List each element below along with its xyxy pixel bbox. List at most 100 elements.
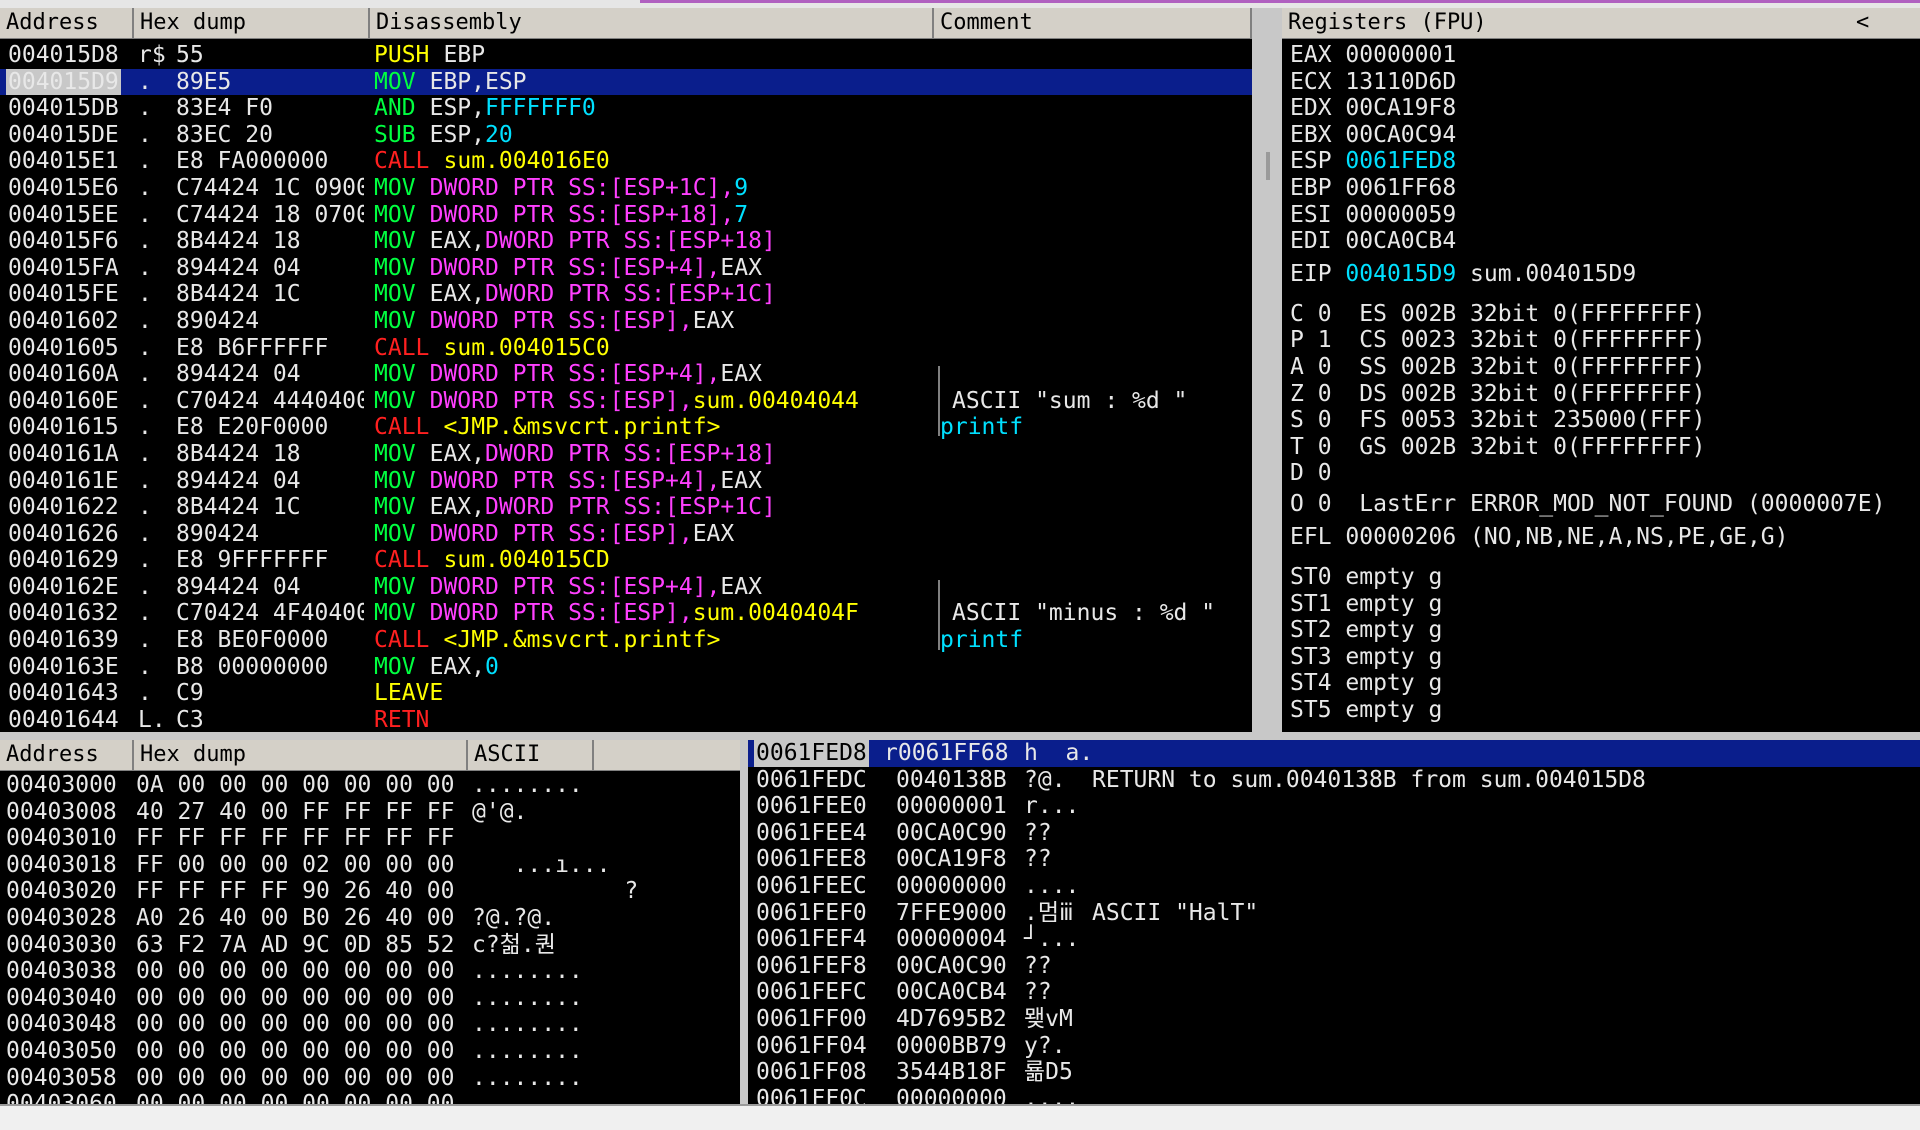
dump-address[interactable]: 00403038 xyxy=(6,958,117,985)
cpu-address[interactable]: 00401643 xyxy=(6,680,121,707)
stack-address[interactable]: 0061FF04 xyxy=(754,1033,869,1060)
cpu-row[interactable]: 00401605. E8 B6FFFFFF CALL sum.004015C0 xyxy=(0,335,1252,362)
cpu-row[interactable]: 00401643. C9 LEAVE xyxy=(0,680,1252,707)
stack-row[interactable]: 0061FEF8 00CA0C90?? xyxy=(748,953,1920,980)
cpu-row[interactable]: 00401622. 8B4424 1C MOV EAX,DWORD PTR SS:[E… xyxy=(0,494,1252,521)
cpu-row[interactable]: 00401639. E8 BE0F0000 CALL <JMP.&msvcrt.pri… xyxy=(0,627,1252,654)
register-esp[interactable]: ESP 0061FED8 xyxy=(1290,148,1456,175)
cpu-row[interactable]: 00401615. E8 E20F0000 CALL <JMP.&msvcrt.pri… xyxy=(0,414,1252,441)
stack-row[interactable]: 0061FEF0 7FFE9000 .멈ⅲ ASCII "HalT" xyxy=(748,900,1920,927)
stack-value[interactable]: 00000000 xyxy=(896,873,1007,900)
register-ecx[interactable]: ECX 13110D6D xyxy=(1290,69,1456,96)
cpu-scrollbar[interactable] xyxy=(1266,152,1270,180)
stack-address[interactable]: 0061FEFC xyxy=(754,979,869,1006)
cpu-address[interactable]: 004015FE xyxy=(6,281,121,308)
flag-segment-line[interactable]: Z 0 DS 002B 32bit 0(FFFFFFFF) xyxy=(1290,381,1705,408)
cpu-row[interactable]: 0040162E. 894424 04 MOV DWORD PTR SS:[ESP+4… xyxy=(0,574,1252,601)
cpu-row[interactable]: 0040160A. 894424 04 MOV DWORD PTR SS:[ESP+4… xyxy=(0,361,1252,388)
cpu-row[interactable]: 0040160E. C70424 4440400 MOV DWORD PTR SS:[… xyxy=(0,388,1252,415)
cpu-address[interactable]: 004015D9 xyxy=(6,68,121,96)
cpu-address[interactable]: 0040163E xyxy=(6,654,121,681)
cpu-row[interactable]: 004015D9. 89E5 MOV EBP,ESP xyxy=(0,68,1252,96)
cpu-row[interactable]: 0040161A. 8B4424 18 MOV EAX,DWORD PTR SS:[E… xyxy=(0,441,1252,468)
cpu-address[interactable]: 004015F6 xyxy=(6,228,121,255)
register-value[interactable]: 00CA0CB4 xyxy=(1345,228,1456,254)
cpu-address[interactable]: 004015FA xyxy=(6,255,121,282)
stack-address[interactable]: 0061FEF4 xyxy=(754,926,869,953)
memory-dump-pane[interactable]: Address Hex dump ASCII 00403000 0A 00 00 … xyxy=(0,740,740,1104)
flag-segment-line[interactable]: T 0 GS 002B 32bit 0(FFFFFFFF) xyxy=(1290,434,1705,461)
stack-address[interactable]: 0061FF08 xyxy=(754,1059,869,1086)
dump-address[interactable]: 00403040 xyxy=(6,985,117,1012)
register-value[interactable]: 0061FF68 xyxy=(1345,175,1456,201)
cpu-row[interactable]: 00401602. 890424 MOV DWORD PTR SS:[ESP],EAX xyxy=(0,308,1252,335)
cpu-address[interactable]: 00401632 xyxy=(6,600,121,627)
stack-value[interactable]: 00CA19F8 xyxy=(896,846,1007,873)
cpu-address[interactable]: 004015DE xyxy=(6,122,121,149)
register-value[interactable]: 00000001 xyxy=(1345,42,1456,68)
flag-segment-line[interactable]: C 0 ES 002B 32bit 0(FFFFFFFF) xyxy=(1290,301,1705,328)
stack-row[interactable]: 0061FEFC 00CA0CB4?? xyxy=(748,979,1920,1006)
dump-address[interactable]: 00403030 xyxy=(6,932,117,959)
stack-value[interactable]: 7FFE9000 xyxy=(896,900,1007,927)
register-esi[interactable]: ESI 00000059 xyxy=(1290,202,1456,229)
cpu-row[interactable]: 004015FA. 894424 04 MOV DWORD PTR SS:[ESP+4… xyxy=(0,255,1252,282)
dump-row[interactable]: 00403058 00 00 00 00 00 00 00 00........ xyxy=(0,1065,740,1092)
dump-address[interactable]: 00403000 xyxy=(6,772,117,799)
register-eax[interactable]: EAX 00000001 xyxy=(1290,42,1456,69)
stack-value[interactable]: 00000004 xyxy=(896,926,1007,953)
dump-row[interactable]: 00403060 00 00 00 00 00 00 00 00........ xyxy=(0,1091,740,1104)
stack-row[interactable]: 0061FED8 r0061FF68 h a. xyxy=(748,740,1920,767)
stack-row[interactable]: 0061FEE0 00000001 r... xyxy=(748,793,1920,820)
dump-row[interactable]: 00403010 FF FF FF FF FF FF FF FF xyxy=(0,825,740,852)
stack-row[interactable]: 0061FEE8 00CA19F8?? xyxy=(748,846,1920,873)
register-value[interactable]: 00000059 xyxy=(1345,202,1456,228)
stack-address[interactable]: 0061FED8 xyxy=(754,740,869,767)
cpu-address[interactable]: 0040161E xyxy=(6,468,121,495)
cpu-address[interactable]: 00401622 xyxy=(6,494,121,521)
cpu-address[interactable]: 0040160A xyxy=(6,361,121,388)
fpu-register[interactable]: ST2 empty g xyxy=(1290,617,1442,644)
register-eip[interactable]: EIP 004015D9 sum.004015D9 xyxy=(1290,261,1636,288)
flag-segment-line[interactable]: A 0 SS 002B 32bit 0(FFFFFFFF) xyxy=(1290,354,1705,381)
stack-address[interactable]: 0061FEF0 xyxy=(754,900,869,927)
stack-value[interactable]: 00000000 xyxy=(896,1086,1007,1104)
stack-row[interactable]: 0061FF08 3544B18F 룖D5 xyxy=(748,1059,1920,1086)
register-edx[interactable]: EDX 00CA19F8 xyxy=(1290,95,1456,122)
stack-value[interactable]: 00CA0C90 xyxy=(896,820,1007,847)
stack-value[interactable]: r0061FF68 xyxy=(884,740,1009,767)
stack-row[interactable]: 0061FEE4 00CA0C90?? xyxy=(748,820,1920,847)
cpu-address[interactable]: 00401605 xyxy=(6,335,121,362)
cpu-address[interactable]: 004015DB xyxy=(6,95,121,122)
dump-address[interactable]: 00403008 xyxy=(6,799,117,826)
cpu-address[interactable]: 004015D8 xyxy=(6,42,121,69)
cpu-address[interactable]: 0040162E xyxy=(6,574,121,601)
cpu-row[interactable]: 00401629. E8 9FFFFFFF CALL sum.004015CD xyxy=(0,547,1252,574)
flag-segment-line[interactable]: O 0 LastErr ERROR_MOD_NOT_FOUND (0000007… xyxy=(1290,491,1885,518)
cpu-row[interactable]: 0040161E. 894424 04 MOV DWORD PTR SS:[ESP+4… xyxy=(0,468,1252,495)
dump-row[interactable]: 00403018 FF 00 00 00 02 00 00 00 ...ı... xyxy=(0,852,740,879)
stack-address[interactable]: 0061FEDC xyxy=(754,767,869,794)
dump-row[interactable]: 00403028 A0 26 40 00 B0 26 40 00 ?@.?@. xyxy=(0,905,740,932)
dump-col-ascii[interactable]: ASCII xyxy=(468,740,594,770)
dump-address[interactable]: 00403060 xyxy=(6,1091,117,1104)
register-value[interactable]: 00CA0C94 xyxy=(1345,122,1456,148)
cpu-address[interactable]: 00401629 xyxy=(6,547,121,574)
cpu-row[interactable]: 00401632. C70424 4F40400 MOV DWORD PTR SS:[… xyxy=(0,600,1252,627)
efl-register[interactable]: EFL 00000206 (NO,NB,NE,A,NS,PE,GE,G) xyxy=(1290,524,1789,551)
dump-address[interactable]: 00403028 xyxy=(6,905,117,932)
dump-row[interactable]: 00403038 00 00 00 00 00 00 00 00........ xyxy=(0,958,740,985)
cpu-row[interactable]: 004015DB. 83E4 F0 AND ESP,FFFFFFF0 xyxy=(0,95,1252,122)
flag-segment-line[interactable]: S 0 FS 0053 32bit 235000(FFF) xyxy=(1290,407,1705,434)
cpu-address[interactable]: 004015E6 xyxy=(6,175,121,202)
stack-address[interactable]: 0061FEF8 xyxy=(754,953,869,980)
stack-value[interactable]: 3544B18F xyxy=(896,1059,1007,1086)
stack-value[interactable]: 0040138B xyxy=(896,767,1007,794)
dump-address[interactable]: 00403018 xyxy=(6,852,117,879)
fpu-register[interactable]: ST5 empty g xyxy=(1290,697,1442,724)
stack-address[interactable]: 0061FEE4 xyxy=(754,820,869,847)
dump-address[interactable]: 00403058 xyxy=(6,1065,117,1092)
col-address[interactable]: Address xyxy=(0,8,134,38)
cpu-address[interactable]: 0040161A xyxy=(6,441,121,468)
dump-row[interactable]: 00403030 63 F2 7A AD 9C 0D 85 52 c?첢.퀀 xyxy=(0,932,740,959)
